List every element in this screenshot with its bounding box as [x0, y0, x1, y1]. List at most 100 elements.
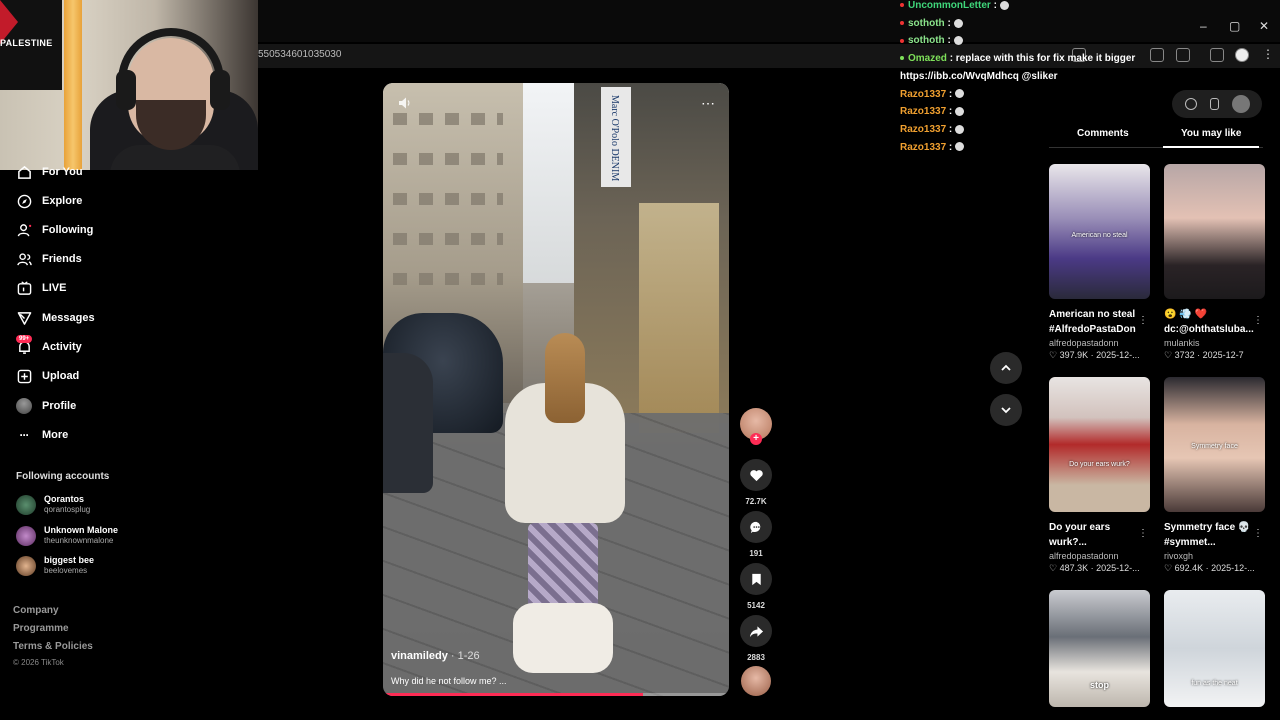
save-action[interactable]: 5142 [740, 563, 772, 610]
chat-text: : [948, 141, 953, 153]
profile-icon[interactable] [1235, 48, 1249, 62]
sidebar-item-messages[interactable]: Messages [16, 306, 95, 330]
friends-icon [16, 251, 32, 267]
chevron-down-icon [1001, 407, 1011, 414]
maximize-icon[interactable]: ▢ [1229, 19, 1240, 33]
activity-badge: 99+ [16, 335, 33, 343]
follow-plus-icon[interactable]: + [750, 433, 762, 445]
more-options-icon[interactable]: ⋮ [1138, 528, 1148, 539]
sidebar-item-label: For You [42, 166, 83, 178]
share-icon[interactable] [740, 615, 772, 647]
card-title[interactable]: Do your ears wurk?... [1049, 520, 1144, 550]
video-thumbnail[interactable]: Do your ears wurk? [1049, 377, 1150, 512]
thumbnail-caption: Symmetry face [1191, 443, 1238, 450]
footer-link-terms[interactable]: Terms & Policies [13, 641, 93, 652]
video-author-line[interactable]: vinamiledy · 1-26 [391, 650, 480, 662]
card-meta: ♡ 397.9K · 2025-12-... [1049, 350, 1140, 360]
sidebar-item-friends[interactable]: Friends [16, 247, 82, 271]
url-text[interactable]: 550534601035030 [258, 49, 341, 60]
browser-menu-icon[interactable]: ⋮ [1262, 47, 1274, 61]
minimize-icon[interactable]: – [1200, 19, 1207, 33]
previous-video-button[interactable] [990, 352, 1022, 384]
avatar-icon [16, 398, 32, 414]
webcam-overlay: PALESTINE [0, 0, 258, 170]
video-player[interactable]: Marc O'Polo DENIM ⋯ vinamiledy · 1-26 Wh… [383, 83, 729, 696]
chat-message: https://ibb.co/WvqMdhcq @sliker [900, 68, 1170, 86]
recommended-video-card[interactable]: stop [1049, 590, 1150, 707]
share-action[interactable]: 2883 [740, 615, 772, 662]
volume-icon[interactable] [397, 95, 413, 111]
chat-username: Razo1337 [900, 123, 947, 135]
plus-square-icon [16, 368, 32, 384]
card-author[interactable]: rivoxgh [1164, 551, 1265, 561]
recommended-video-card[interactable]: American no steal American no steal #Alf… [1049, 164, 1150, 361]
card-author[interactable]: alfredopastadonn [1049, 551, 1150, 561]
account-name: Qorantos [44, 494, 85, 504]
video-thumbnail[interactable]: stop [1049, 590, 1150, 707]
recommended-video-card[interactable]: 😮 💨 ❤️ dc:@ohthatsluba... ⋮ mulankis ♡ 37… [1164, 164, 1265, 361]
comment-action[interactable]: 191 [740, 511, 772, 558]
thumbnail-caption: Do your ears wurk? [1069, 461, 1130, 468]
user-avatar[interactable] [1231, 95, 1250, 113]
sidebar-item-explore[interactable]: Explore [16, 189, 82, 213]
card-title[interactable]: 😮 💨 ❤️ dc:@ohthatsluba... [1164, 307, 1259, 337]
more-options-icon[interactable]: ⋯ [701, 95, 715, 112]
more-options-icon[interactable]: ⋮ [1253, 528, 1263, 539]
bookmark-icon[interactable] [740, 563, 772, 595]
card-likes: 487.3K [1059, 563, 1089, 573]
sidebar-item-live[interactable]: LIVE [16, 276, 66, 300]
recommended-video-card[interactable]: fun as the neat [1164, 590, 1265, 707]
compass-icon[interactable] [1184, 98, 1197, 110]
phone-icon[interactable] [1209, 98, 1219, 110]
card-title[interactable]: Symmetry face 💀 #symmet... [1164, 520, 1259, 550]
next-video-button[interactable] [990, 394, 1022, 426]
heart-icon[interactable] [740, 459, 772, 491]
footer-link-company[interactable]: Company [13, 605, 59, 616]
sidebar-item-upload[interactable]: Upload [16, 364, 79, 388]
like-action[interactable]: 72.7K [740, 459, 772, 506]
comment-icon[interactable] [740, 511, 772, 543]
footer-link-programme[interactable]: Programme [13, 623, 69, 634]
music-disc-avatar[interactable] [741, 666, 771, 696]
recommended-video-card[interactable]: Do your ears wurk? Do your ears wurk?...… [1049, 377, 1150, 574]
window-row [393, 193, 503, 205]
card-author[interactable]: alfredopastadonn [1049, 338, 1150, 348]
tab-you-may-like[interactable]: You may like [1181, 128, 1241, 139]
sidebar-item-for-you[interactable]: For You [16, 160, 83, 184]
close-icon[interactable]: ✕ [1259, 19, 1269, 33]
sidebar-item-label: Friends [42, 253, 82, 265]
sidebar-item-following[interactable]: Following [16, 218, 93, 242]
sidebar-item-profile[interactable]: Profile [16, 394, 76, 418]
video-progress-bar[interactable] [383, 693, 729, 696]
card-date: 2025-12-... [1096, 350, 1140, 360]
recommended-video-card[interactable]: Symmetry face Symmetry face 💀 #symmet...… [1164, 377, 1265, 574]
earcup [116, 70, 136, 110]
video-thumbnail[interactable] [1164, 164, 1265, 299]
card-title[interactable]: American no steal #AlfredoPastaDon [1049, 307, 1144, 337]
sidebar-item-label: LIVE [42, 282, 67, 294]
user-follow-icon [16, 222, 32, 238]
card-meta: ♡ 3732 · 2025-12-7 [1164, 350, 1244, 360]
video-thumbnail[interactable]: Symmetry face [1164, 377, 1265, 512]
more-options-icon[interactable]: ⋮ [1138, 315, 1148, 326]
sidebar-item-activity[interactable]: 99+ Activity [16, 335, 82, 359]
heart-outline-icon: ♡ [1049, 350, 1058, 360]
video-caption[interactable]: Why did he not follow me? ... [391, 676, 507, 686]
sidebar-item-more[interactable]: ··· More [16, 423, 69, 447]
puzzle-icon[interactable] [1176, 48, 1190, 62]
save-count: 5142 [747, 601, 765, 610]
account-item[interactable]: Qorantos qorantosplug [16, 494, 90, 515]
tab-comments[interactable]: Comments [1077, 128, 1129, 139]
video-thumbnail[interactable]: fun as the neat [1164, 590, 1265, 707]
more-options-icon[interactable]: ⋮ [1253, 315, 1263, 326]
account-item[interactable]: biggest bee beelovemes [16, 555, 94, 576]
dots-icon: ··· [19, 428, 30, 442]
media-icon[interactable] [1210, 48, 1224, 62]
video-author[interactable]: vinamiledy [391, 650, 448, 662]
video-thumbnail[interactable]: American no steal [1049, 164, 1150, 299]
chevron-up-icon [1001, 364, 1011, 371]
card-author[interactable]: mulankis [1164, 338, 1265, 348]
avatar [16, 525, 36, 546]
video-progress-fill [383, 693, 643, 696]
account-item[interactable]: Unknown Malone theunknownmalone [16, 525, 118, 546]
